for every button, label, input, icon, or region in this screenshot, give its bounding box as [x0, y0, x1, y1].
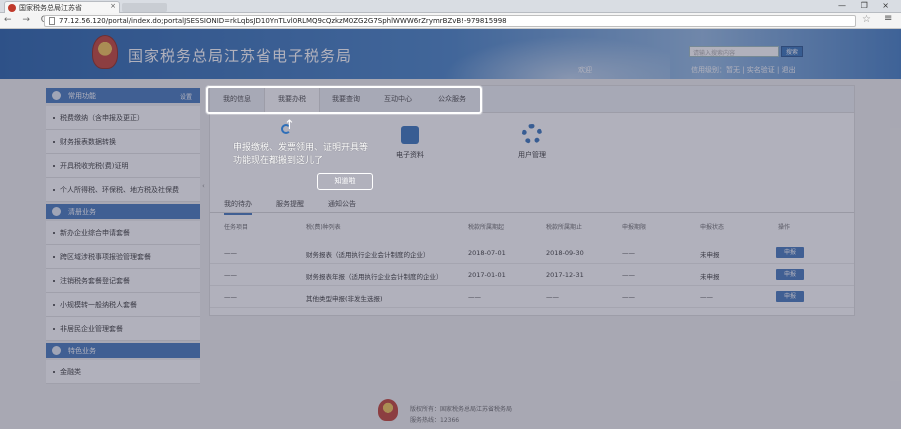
site-header: 国家税务总局江苏省电子税务局 请输入搜索内容 搜索 欢迎 信用级别：暂无 | 实…	[0, 29, 901, 79]
package-icon	[52, 207, 61, 216]
sub-tabs: 我的待办 服务提醒 通知公告	[210, 193, 854, 215]
sidebar-item[interactable]: 跨区域涉税事项报验管理套餐	[46, 245, 200, 269]
new-tab-button[interactable]	[122, 3, 167, 12]
declare-button[interactable]: 申报	[776, 247, 804, 258]
sidebar-collapse-icon[interactable]: ‹	[202, 182, 205, 190]
sidebar-item[interactable]: 注销税务套餐登记套餐	[46, 269, 200, 293]
table-cell: ——	[622, 249, 635, 257]
url-input[interactable]: 77.12.56.120/portal/index.do;portalJSESS…	[44, 15, 856, 27]
table-header: 税款所属期止	[546, 224, 583, 231]
welcome-text: 欢迎	[578, 66, 592, 74]
table-row: —— 财务报表（适用执行企业会计制度的企业） 2018-07-01 2018-0…	[210, 242, 854, 264]
table-cell: 2018-07-01	[468, 249, 506, 257]
sidebar-item[interactable]: 个人所得税、环保税、地方税及社保费	[46, 178, 200, 202]
table-cell: 财务报表年报（适用执行企业会计制度的企业）	[306, 273, 443, 281]
section-title: 特色业务	[68, 347, 96, 355]
hotline-text: 服务热线：12366	[410, 417, 460, 424]
table-header: 申报状态	[700, 224, 725, 231]
main-panel: 我的信息 我要办税 我要查询 互动中心 公众服务 电子资料 用户管理 我的待办 …	[209, 85, 855, 316]
search-input[interactable]: 请输入搜索内容	[689, 46, 779, 57]
up-arrow-icon: ↑	[284, 118, 295, 133]
section-title: 常用功能	[68, 92, 96, 100]
section-title: 清册业务	[68, 208, 96, 216]
declare-button[interactable]: 申报	[776, 291, 804, 302]
table-header: 申报期限	[622, 224, 647, 231]
browser-tab-bar: 国家税务总局江苏省 × — ❐ ×	[0, 0, 901, 13]
table-row: —— 其他类型申报(非发生选报) —— —— —— —— 申报	[210, 286, 854, 308]
favicon-icon	[8, 4, 16, 12]
table-cell: ——	[224, 271, 237, 279]
site-title: 国家税务总局江苏省电子税务局	[128, 47, 353, 65]
bookmark-star-icon[interactable]: ☆	[862, 14, 871, 25]
tax-emblem-icon	[92, 35, 118, 69]
site-footer: 版权所有：国家税务总局江苏省税务局 服务热线：12366	[0, 392, 901, 429]
sidebar-item[interactable]: 非居民企业管理套餐	[46, 317, 200, 341]
browser-tab[interactable]: 国家税务总局江苏省 ×	[4, 1, 120, 13]
footer-emblem-icon	[378, 399, 398, 421]
table-cell: 其他类型申报(非发生选报)	[306, 295, 383, 303]
page-icon	[49, 17, 55, 25]
sidebar-item[interactable]: 新办企业综合申请套餐	[46, 221, 200, 245]
tab-notices[interactable]: 通知公告	[328, 199, 356, 209]
table-cell: 未申报	[700, 273, 720, 281]
declare-button[interactable]: 申报	[776, 269, 804, 280]
tab-my-todo[interactable]: 我的待办	[224, 199, 252, 215]
table-header: 税款所属期起	[468, 224, 505, 231]
got-it-button[interactable]: 知道啦	[317, 173, 373, 190]
gear-icon	[522, 124, 542, 144]
table-cell: ——	[546, 293, 559, 301]
function-label: 电子资料	[396, 151, 424, 159]
table-cell: 财务报表（适用执行企业会计制度的企业）	[306, 251, 430, 259]
address-bar: ← → C 77.12.56.120/portal/index.do;porta…	[0, 13, 901, 29]
table-cell: 2018-09-30	[546, 249, 584, 257]
electronic-docs-function[interactable]: 电子资料	[388, 126, 432, 160]
table-header: 操作	[778, 224, 791, 231]
function-label: 用户管理	[518, 151, 546, 159]
header-decoration	[420, 29, 670, 79]
table-header: 任务项目	[224, 224, 249, 231]
copyright-text: 版权所有：国家税务总局江苏省税务局	[410, 406, 513, 413]
sidebar-section-packages[interactable]: 清册业务	[46, 204, 200, 219]
table-cell: ——	[224, 249, 237, 257]
document-icon	[401, 126, 419, 144]
sidebar-item[interactable]: 小规模转一般纳税人套餐	[46, 293, 200, 317]
sidebar-item[interactable]: 金融类	[46, 360, 200, 384]
table-cell: 2017-12-31	[546, 271, 584, 279]
feature-icon	[52, 346, 61, 355]
table-cell: 未申报	[700, 251, 720, 259]
table-header: 税(费)种列表	[306, 224, 341, 231]
url-text: 77.12.56.120/portal/index.do;portalJSESS…	[59, 17, 507, 25]
search-button[interactable]: 搜索	[781, 46, 803, 57]
left-sidebar: 常用功能 设置 税费缴纳（含申报及更正） 财务报表数据转换 开具税收完税(费)证…	[46, 88, 200, 385]
sidebar-item[interactable]: 开具税收完税(费)证明	[46, 154, 200, 178]
close-tab-icon[interactable]: ×	[110, 2, 116, 10]
table-cell: ——	[700, 293, 713, 301]
browser-tab-title: 国家税务总局江苏省	[19, 4, 82, 12]
sidebar-item[interactable]: 税费缴纳（含申报及更正）	[46, 106, 200, 130]
settings-link[interactable]: 设置	[180, 92, 192, 101]
browser-menu-icon[interactable]: ≡	[884, 13, 892, 24]
table-cell: 2017-01-01	[468, 271, 506, 279]
table-cell: ——	[622, 293, 635, 301]
table-cell: ——	[468, 293, 481, 301]
table-row: —— 财务报表年报（适用执行企业会计制度的企业） 2017-01-01 2017…	[210, 264, 854, 286]
tab-reminders[interactable]: 服务提醒	[276, 199, 304, 209]
sidebar-item[interactable]: 财务报表数据转换	[46, 130, 200, 154]
table-cell: ——	[622, 271, 635, 279]
user-links[interactable]: 信用级别：暂无 | 实名验证 | 退出	[691, 65, 796, 75]
guide-tip-text: 申报缴税、发票领用、证明开具等功能现在都搬到这儿了	[233, 143, 369, 166]
table-cell: ——	[224, 293, 237, 301]
user-management-function[interactable]: 用户管理	[510, 124, 554, 160]
nav-highlight-frame	[206, 86, 482, 114]
sidebar-section-featured[interactable]: 特色业务	[46, 343, 200, 358]
sidebar-section-common[interactable]: 常用功能 设置	[46, 88, 200, 103]
star-icon	[52, 91, 61, 100]
window-controls[interactable]: — ❐ ×	[838, 1, 895, 10]
